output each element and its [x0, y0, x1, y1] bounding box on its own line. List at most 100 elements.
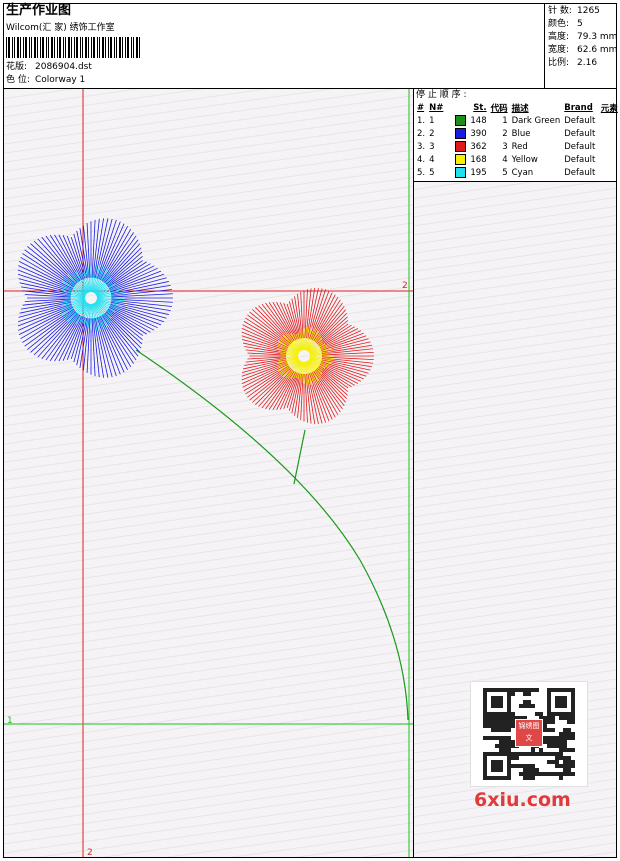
qr-module: [559, 772, 563, 776]
row-desc: Dark Green: [511, 115, 561, 126]
qr-module: [571, 732, 575, 736]
qr-module: [547, 708, 551, 712]
row-element: [599, 114, 620, 127]
qr-module: [567, 712, 571, 716]
qr-module: [551, 760, 555, 764]
qr-module: [491, 700, 495, 704]
watermark-logo: 6xiu.com: [474, 789, 571, 811]
qr-module: [539, 748, 543, 752]
qr-module: [571, 712, 575, 716]
qr-module: [503, 752, 507, 756]
petal-stitch: [17, 303, 72, 323]
petal-stitch: [309, 372, 327, 423]
row-desc: Red: [511, 141, 528, 152]
qr-module: [483, 756, 487, 760]
qr-module: [563, 768, 567, 772]
qr-module: [507, 744, 511, 748]
color-swatch: [455, 115, 467, 126]
qr-module: [483, 736, 487, 740]
qr-module: [487, 688, 491, 692]
row-number: 3.: [417, 141, 426, 152]
qr-module: [543, 716, 547, 720]
qr-module: [499, 768, 503, 772]
qr-module: [547, 700, 551, 704]
qr-module: [499, 720, 503, 724]
row-code: 4: [502, 154, 508, 165]
qr-module: [503, 736, 507, 740]
qr-module: [507, 688, 511, 692]
qr-module: [487, 712, 491, 716]
qr-module: [491, 716, 495, 720]
qr-module: [515, 688, 519, 692]
qr-module: [555, 752, 559, 756]
qr-module: [571, 772, 575, 776]
qr-module: [507, 768, 511, 772]
qr-module: [567, 764, 571, 768]
row-needle: 1: [429, 115, 435, 126]
qr-module: [563, 696, 567, 700]
qr-module: [563, 748, 567, 752]
qr-module: [511, 752, 515, 756]
qr-module: [495, 704, 499, 708]
row-element: [599, 166, 620, 179]
qr-module: [559, 736, 563, 740]
qr-module: [547, 704, 551, 708]
qr-module: [503, 776, 507, 780]
petal-stitch: [110, 303, 165, 323]
qr-module: [527, 704, 531, 708]
qr-module: [547, 760, 551, 764]
qr-module: [491, 760, 495, 764]
qr-module: [571, 748, 575, 752]
qr-module: [535, 772, 539, 776]
qr-module: [487, 776, 491, 780]
qr-module: [551, 744, 555, 748]
qr-module: [551, 712, 555, 716]
qr-module: [567, 728, 571, 732]
row-number: 5.: [417, 167, 426, 178]
qr-module: [523, 772, 527, 776]
qr-module: [495, 716, 499, 720]
qr-module: [499, 704, 503, 708]
qr-module: [503, 740, 507, 744]
stop-table-header: # N# St. 代码 描述 Brand 元素: [415, 101, 620, 114]
qr-module: [535, 768, 539, 772]
qr-module: [491, 752, 495, 756]
qr-module: [503, 716, 507, 720]
qr-module: [531, 688, 535, 692]
qr-module: [555, 740, 559, 744]
row-number: 4.: [417, 154, 426, 165]
col-stitches: St.: [473, 102, 487, 113]
qr-module: [503, 720, 507, 724]
qr-module: [567, 772, 571, 776]
petal-stitch: [66, 316, 85, 361]
small-stem: [293, 429, 306, 485]
qr-module: [551, 728, 555, 732]
qr-module: [507, 724, 511, 728]
qr-module: [527, 692, 531, 696]
petal-stitch: [66, 235, 85, 280]
qr-module: [571, 688, 575, 692]
qr-module: [519, 688, 523, 692]
qr-module: [567, 768, 571, 772]
qr-module: [563, 736, 567, 740]
qr-module: [483, 760, 487, 764]
qr-module: [499, 748, 503, 752]
row-desc: Yellow: [511, 154, 538, 165]
qr-module: [503, 728, 507, 732]
qr-module: [539, 752, 543, 756]
qr-module: [503, 724, 507, 728]
row-code: 1: [502, 115, 508, 126]
qr-module: [555, 688, 559, 692]
qr-module: [523, 704, 527, 708]
qr-module: [507, 776, 511, 780]
qr-module: [555, 712, 559, 716]
row-stitches: 148: [453, 114, 488, 127]
row-stitches: 168: [453, 153, 488, 166]
qr-module: [567, 736, 571, 740]
qr-module: [495, 724, 499, 728]
row-stitches: 362: [453, 140, 488, 153]
qr-module: [491, 728, 495, 732]
qr-module: [495, 696, 499, 700]
qr-module: [507, 704, 511, 708]
qr-module: [507, 712, 511, 716]
